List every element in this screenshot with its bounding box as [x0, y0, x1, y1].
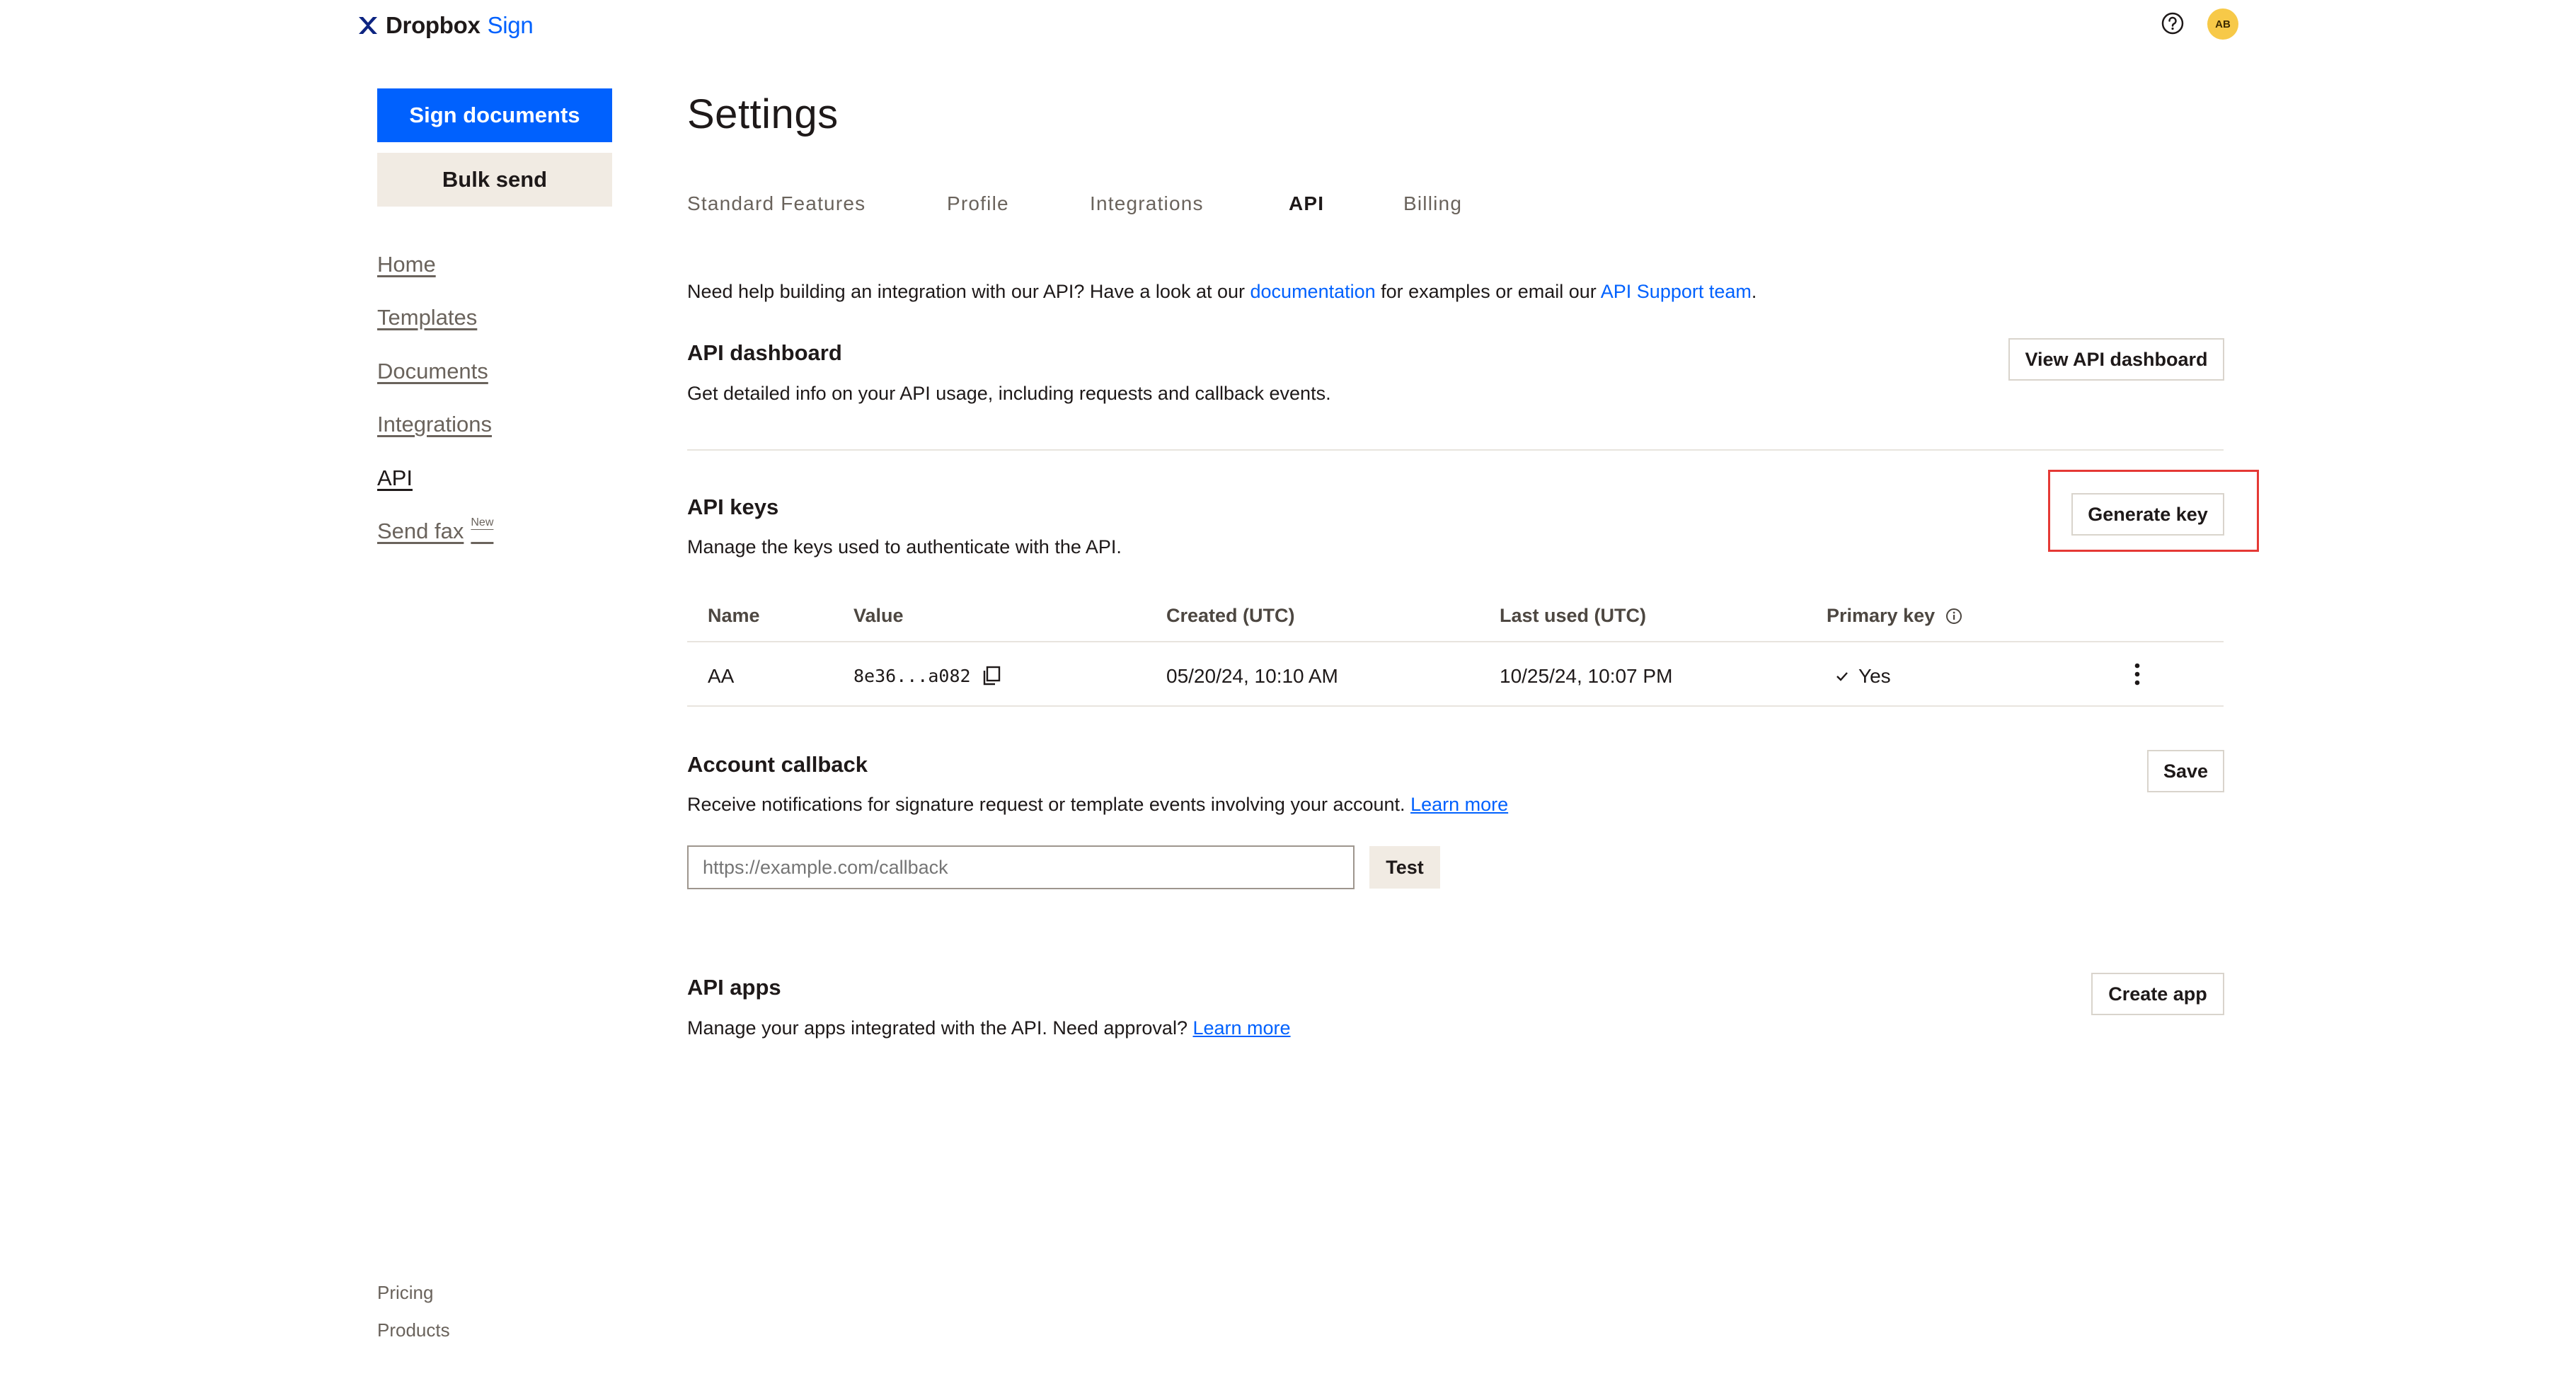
dropbox-sign-logo[interactable]: Dropbox Sign [357, 10, 534, 41]
api-apps-title: API apps [687, 975, 781, 1000]
table-header-divider [687, 641, 2224, 642]
key-primary: Yes [1858, 665, 1891, 687]
api-apps-learn-more-link[interactable]: Learn more [1192, 1017, 1290, 1039]
column-header-primary-key: Primary key [1827, 605, 1963, 627]
key-value-cell: 8e36...a082 [853, 665, 1002, 686]
api-support-link[interactable]: API Support team [1601, 281, 1752, 302]
key-last-used: 10/25/24, 10:07 PM [1500, 665, 1673, 687]
help-prefix: Need help building an integration with o… [687, 281, 1250, 302]
api-keys-title: API keys [687, 495, 779, 519]
sign-documents-button[interactable]: Sign documents [377, 88, 612, 142]
sidebar-item-send-fax[interactable]: Send fax New [377, 516, 494, 544]
info-icon[interactable] [1945, 607, 1963, 625]
account-callback-text: Receive notifications for signature requ… [687, 794, 1405, 815]
api-apps-description: Manage your apps integrated with the API… [687, 1017, 1291, 1039]
api-apps-text: Manage your apps integrated with the API… [687, 1017, 1188, 1039]
account-callback-title: Account callback [687, 752, 868, 777]
sidebar-item-label: Send fax [377, 519, 464, 543]
account-callback-description: Receive notifications for signature requ… [687, 794, 1508, 816]
generate-key-button[interactable]: Generate key [2071, 493, 2224, 536]
documentation-link[interactable]: documentation [1250, 281, 1376, 302]
sidebar-item-home[interactable]: Home [377, 252, 436, 277]
tab-standard-features[interactable]: Standard Features [687, 192, 866, 215]
sidebar-item-documents[interactable]: Documents [377, 359, 488, 384]
tab-integrations[interactable]: Integrations [1090, 192, 1204, 215]
help-suffix: . [1751, 281, 1757, 302]
key-name: AA [708, 665, 735, 687]
column-header-created: Created (UTC) [1166, 605, 1295, 626]
api-dashboard-title: API dashboard [687, 340, 842, 365]
logo-sign: Sign [487, 12, 534, 38]
save-button[interactable]: Save [2147, 750, 2224, 792]
dropbox-logo-icon [359, 17, 377, 34]
tab-profile[interactable]: Profile [947, 192, 1009, 215]
help-icon[interactable] [2161, 11, 2185, 35]
tab-billing[interactable]: Billing [1403, 192, 1462, 215]
key-created: 05/20/24, 10:10 AM [1166, 665, 1338, 687]
footer-products-link[interactable]: Products [377, 1319, 450, 1341]
copy-icon[interactable] [981, 665, 1002, 686]
key-value: 8e36...a082 [853, 665, 971, 686]
logo-word: Dropbox [386, 12, 481, 38]
avatar[interactable]: AB [2207, 8, 2238, 40]
checkmark-icon [1836, 672, 1848, 681]
test-button[interactable]: Test [1369, 846, 1440, 889]
callback-url-input[interactable] [687, 845, 1355, 889]
section-divider [687, 449, 2224, 451]
footer-pricing-link[interactable]: Pricing [377, 1282, 433, 1304]
key-primary-cell: Yes [1834, 665, 1891, 688]
primary-key-label: Primary key [1827, 605, 1936, 626]
sidebar-item-api[interactable]: API [377, 466, 413, 491]
api-help-text: Need help building an integration with o… [687, 281, 1756, 303]
column-header-name: Name [708, 605, 760, 626]
page-title: Settings [687, 91, 839, 137]
sidebar-item-templates[interactable]: Templates [377, 305, 477, 330]
column-header-value: Value [853, 605, 904, 626]
table-bottom-divider [687, 705, 2224, 707]
view-api-dashboard-button[interactable]: View API dashboard [2008, 338, 2224, 381]
column-header-last-used: Last used (UTC) [1500, 605, 1647, 626]
bulk-send-button[interactable]: Bulk send [377, 153, 612, 207]
help-middle: for examples or email our [1375, 281, 1601, 302]
more-options-icon[interactable] [2129, 661, 2146, 687]
account-callback-learn-more-link[interactable]: Learn more [1410, 794, 1508, 815]
create-app-button[interactable]: Create app [2091, 973, 2224, 1015]
new-badge: New [471, 516, 494, 528]
sidebar-item-integrations[interactable]: Integrations [377, 412, 492, 437]
tab-api[interactable]: API [1289, 192, 1324, 215]
api-dashboard-description: Get detailed info on your API usage, inc… [687, 383, 1331, 404]
api-keys-description: Manage the keys used to authenticate wit… [687, 536, 1122, 557]
